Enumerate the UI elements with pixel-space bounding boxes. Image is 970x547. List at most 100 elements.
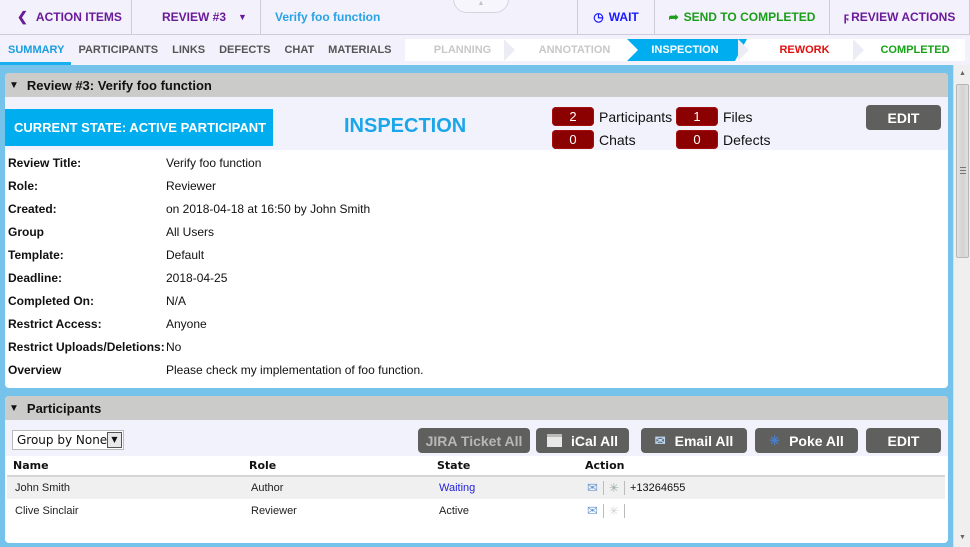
tab-defects[interactable]: DEFECTS [212,35,277,65]
action-items-label: ACTION ITEMS [35,10,122,24]
send-to-completed-button[interactable]: ➦ SEND TO COMPLETED [655,0,830,34]
share-arrow-icon: ➦ [668,10,679,24]
chats-count-label: Chats [599,131,636,148]
poke-icon[interactable]: ✳ [609,481,619,495]
table-header-row: Name Role State Action [7,456,945,477]
review-title: Verify foo function [261,0,578,34]
email-all-button[interactable]: ✉ Email All [641,428,747,453]
tab-links[interactable]: LINKS [165,35,212,65]
field-value: on 2018-04-18 at 16:50 by John Smith [166,201,371,216]
poke-icon: ✳ [769,432,781,448]
field-label: Review Title: [8,155,82,170]
field-restrict-access: Restrict Access: Anyone [5,312,948,335]
divider [602,503,604,518]
vertical-scrollbar[interactable]: ▲ ▼ [953,65,970,547]
email-icon[interactable]: ✉ [587,503,598,519]
collapse-triangle-icon: ▼ [9,79,19,91]
calendar-icon [547,434,563,447]
field-label: Completed On: [8,293,94,308]
tab-materials[interactable]: MATERIALS [321,35,398,65]
edit-participants-button[interactable]: EDIT [866,428,941,453]
review-dropdown[interactable]: REVIEW #3 ▼ [132,0,261,34]
participant-phone: +13264655 [629,482,686,494]
jira-ticket-all-button[interactable]: JIRA Ticket All [418,428,530,453]
tab-bar: SUMMARY PARTICIPANTS LINKS DEFECTS CHAT … [0,35,970,65]
participants-panel-header[interactable]: ▼ Participants [5,396,948,420]
field-value: 2018-04-25 [166,270,228,285]
field-value: Verify foo function [166,155,262,170]
stage-inspection: INSPECTION [651,44,719,56]
column-action: Action [579,456,945,477]
edit-participants-label: EDIT [887,432,920,449]
scrollbar-thumb[interactable] [956,84,969,258]
action-items-button[interactable]: ❮ ACTION ITEMS [0,0,132,34]
section-tabs: SUMMARY PARTICIPANTS LINKS DEFECTS CHAT … [0,35,399,65]
field-label: Role: [8,178,38,193]
send-to-completed-label: SEND TO COMPLETED [683,10,816,24]
edit-summary-button[interactable]: EDIT [866,105,941,130]
participant-state-link[interactable]: Waiting [439,482,475,494]
ical-all-label: iCal All [571,432,618,449]
ical-all-button[interactable]: iCal All [536,428,629,453]
column-state[interactable]: State [431,456,579,477]
participants-counter[interactable]: 2 Participants [552,107,672,126]
field-role: Role: Reviewer [5,174,948,197]
review-actions-button[interactable]: ϝ REVIEW ACTIONS [830,0,970,34]
group-by-select[interactable]: Group by None ▼ [12,430,124,450]
field-label: Restrict Access: [8,316,102,331]
defects-count: 0 [676,130,718,149]
field-deadline: Deadline: 2018-04-25 [5,266,948,289]
field-label: Restrict Uploads/Deletions: [8,339,165,354]
column-role[interactable]: Role [243,456,431,477]
current-state-badge: CURRENT STATE: ACTIVE PARTICIPANT [5,109,273,146]
envelope-icon: ✉ [654,432,666,448]
poke-all-button[interactable]: ✳ Poke All [755,428,858,453]
defects-counter[interactable]: 0 Defects [676,130,770,149]
email-icon[interactable]: ✉ [587,480,598,496]
stage-annotation: ANNOTATION [538,44,611,56]
participant-state: Active [439,504,469,517]
defects-count-label: Defects [723,131,771,148]
tab-summary[interactable]: SUMMARY [0,35,71,65]
divider [602,481,604,495]
participant-state: Waiting [431,476,579,499]
field-value: All Users [166,224,215,239]
field-restrict-uploads: Restrict Uploads/Deletions: No [5,335,948,358]
scroll-up-arrow-icon[interactable]: ▲ [954,67,970,81]
participants-toolbar: Group by None ▼ JIRA Ticket All iCal All… [5,420,948,456]
grip-icon [960,167,966,174]
table-row: Clive Sinclair Reviewer Active ✉ ✳ [7,499,945,522]
review-label: REVIEW #3 [162,10,227,24]
field-label: Template: [8,247,64,262]
participants-count: 2 [552,107,594,126]
tab-chat[interactable]: CHAT [277,35,321,65]
chats-count: 0 [552,130,594,149]
chats-counter[interactable]: 0 Chats [552,130,636,149]
participants-panel: ▼ Participants Group by None ▼ JIRA Tick… [5,396,948,543]
chevron-left-icon: ❮ [17,9,28,24]
email-all-label: Email All [674,432,734,449]
table-row: John Smith Author Waiting ✉ ✳ +13264655 [7,476,945,499]
tab-participants[interactable]: PARTICIPANTS [71,35,165,65]
participant-role: Reviewer [251,504,297,517]
column-name[interactable]: Name [7,456,243,477]
files-count-label: Files [723,108,753,125]
files-counter[interactable]: 1 Files [676,107,753,126]
participants-table: Name Role State Action John Smith Author… [7,456,945,522]
field-group: Group All Users [5,220,948,243]
caret-up-icon: ▲ [477,0,485,7]
collapse-handle[interactable]: ▲ [453,0,509,13]
dropdown-arrow-icon: ▼ [107,432,122,448]
participant-role: Author [243,476,431,499]
poke-all-label: Poke All [789,432,844,449]
summary-panel-title: Review #3: Verify foo function [26,77,212,93]
stage-completed: COMPLETED [880,44,950,56]
field-review-title: Review Title: Verify foo function [5,151,948,174]
wait-button[interactable]: ◷ WAIT [578,0,655,34]
summary-panel-header[interactable]: ▼ Review #3: Verify foo function [5,73,948,97]
field-value: Anyone [166,316,207,331]
review-fields: Review Title: Verify foo function Role: Re… [5,150,948,381]
state-strip: CURRENT STATE: ACTIVE PARTICIPANT INSPEC… [5,97,948,150]
field-label: Created: [8,201,57,216]
scroll-down-arrow-icon[interactable]: ▼ [954,531,970,545]
